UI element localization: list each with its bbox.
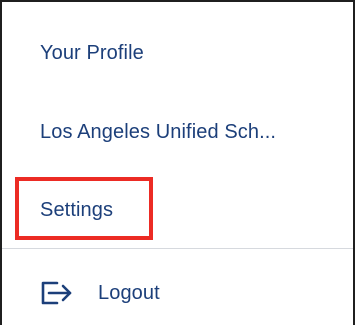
- logout-menu-item[interactable]: Logout: [2, 249, 353, 327]
- logout-arrow-icon: [41, 281, 72, 305]
- logout-label: Logout: [98, 282, 160, 304]
- settings-highlight-box: [15, 177, 153, 240]
- school-name-label: Los Angeles Unified Sch...: [40, 121, 277, 143]
- your-profile-menu-item[interactable]: Your Profile: [2, 2, 353, 106]
- your-profile-label: Your Profile: [40, 42, 144, 64]
- account-dropdown-menu: Your Profile Los Angeles Unified Sch... …: [0, 0, 355, 325]
- school-menu-item[interactable]: Los Angeles Unified Sch...: [2, 106, 353, 172]
